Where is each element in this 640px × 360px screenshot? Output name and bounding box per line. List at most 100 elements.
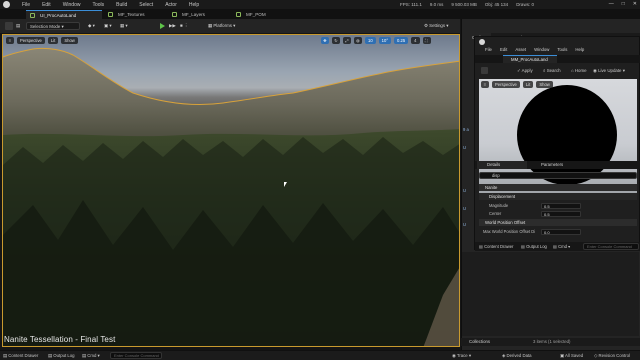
material-editor-bottom-bar: ▤ Content Drawer ▤ Output Log ▤ Cmd ▾ En…: [475, 242, 640, 251]
window-controls: — □ ✕: [609, 1, 637, 7]
outliner-toggle-icon[interactable]: ▤: [16, 22, 20, 30]
show-button[interactable]: Show: [61, 37, 78, 44]
viewport-right-controls: ✥ ↻ ⤢ ◍ 10 10° 0.25 4 ⛶: [321, 37, 431, 44]
tab-mf-layers[interactable]: MF_Layers: [168, 10, 232, 19]
console-input[interactable]: Enter Console Command: [110, 352, 162, 359]
tab-level[interactable]: UI_ProcAutoLand: [26, 10, 102, 19]
tab-label: UI_ProcAutoLand: [40, 13, 77, 18]
section-world-position-offset[interactable]: World Position Offset: [479, 219, 637, 226]
world-space-icon[interactable]: ◍: [354, 37, 362, 44]
menu-window[interactable]: Window: [63, 2, 81, 8]
scale-snap-value[interactable]: 0.25: [394, 37, 409, 44]
tab-material[interactable]: MM_ProcAutoLand: [503, 55, 557, 63]
lit-button[interactable]: Lit: [47, 37, 59, 44]
me-menu-edit[interactable]: Edit: [500, 47, 507, 54]
selection-mode-label: Selection Mode: [30, 24, 61, 29]
camera-speed-value[interactable]: 4: [411, 37, 420, 44]
content-drawer-button[interactable]: ▤ Content Drawer: [3, 353, 38, 359]
tab-label: MF_Textures: [118, 12, 145, 17]
save-icon[interactable]: [481, 67, 488, 74]
stop-icon[interactable]: ■ ⋮: [180, 22, 188, 30]
material-preview-viewport[interactable]: ≡ Perspective Lit Show: [479, 79, 637, 197]
tab-mf-pom[interactable]: MF_POM: [232, 10, 290, 19]
section-label: Nanite: [485, 185, 498, 190]
prop-label: Max World Position Offset Di: [483, 229, 536, 234]
tab-parameters[interactable]: Parameters: [531, 161, 581, 169]
menu-actor[interactable]: Actor: [165, 2, 177, 8]
me-content-drawer-button[interactable]: ▤ Content Drawer: [479, 244, 513, 249]
settings-button[interactable]: ⚙ Settings ▾: [424, 22, 448, 30]
live-update-dropdown[interactable]: ◉ Live Update ▾: [593, 68, 625, 74]
menu-help[interactable]: Help: [189, 2, 199, 8]
me-menu-asset[interactable]: Asset: [515, 47, 526, 54]
preview-menu-icon[interactable]: ≡: [481, 81, 489, 88]
me-menu-file[interactable]: File: [485, 47, 492, 54]
preview-show-button[interactable]: Show: [536, 81, 553, 88]
menu-bar: File Edit Window Tools Build Select Acto…: [0, 0, 640, 9]
me-menu-window[interactable]: Window: [534, 47, 549, 54]
all-saved-indicator[interactable]: ▣ All Saved: [560, 353, 583, 359]
cinematics-icon[interactable]: ▦ ▾: [120, 22, 128, 30]
label: Revision Control: [598, 353, 631, 358]
apply-button[interactable]: ✓ Apply: [517, 68, 533, 74]
preview-lit-button[interactable]: Lit: [522, 81, 534, 88]
viewport-menu-icon[interactable]: ≡: [6, 37, 14, 44]
section-nanite[interactable]: Nanite: [479, 184, 637, 191]
minimize-icon[interactable]: —: [609, 1, 614, 7]
search-label: Search: [546, 68, 561, 73]
details-search-input[interactable]: disp: [479, 172, 637, 179]
me-cmd-dropdown[interactable]: ▤ Cmd ▾: [553, 244, 570, 249]
section-displacement[interactable]: Displacement: [479, 193, 637, 200]
material-editor-titlebar: [479, 39, 485, 45]
grid-snap-value[interactable]: 10: [365, 37, 376, 44]
home-button[interactable]: ⌂ Home: [571, 68, 587, 73]
play-icon[interactable]: [160, 23, 165, 29]
menu-build[interactable]: Build: [116, 2, 127, 8]
add-actor-icon[interactable]: ◆ ▾: [88, 22, 95, 30]
perspective-button[interactable]: Perspective: [17, 37, 45, 44]
label: Output Log: [526, 244, 547, 249]
search-button[interactable]: ⌕ Search: [543, 68, 561, 73]
revision-control-button[interactable]: ◇ Revision Control: [594, 353, 630, 359]
me-menu-tools[interactable]: Tools: [557, 47, 567, 54]
rotate-icon[interactable]: ↻: [332, 37, 340, 44]
center-input[interactable]: 0.5: [541, 210, 581, 217]
blueprint-icon[interactable]: ▣ ▾: [104, 22, 112, 30]
menu-select[interactable]: Select: [139, 2, 153, 8]
tab-details[interactable]: Details: [477, 161, 527, 169]
selection-mode-dropdown[interactable]: Selection Mode ▾: [26, 22, 80, 30]
menu-edit[interactable]: Edit: [42, 2, 51, 8]
me-menu-help[interactable]: Help: [575, 47, 584, 54]
me-output-log-button[interactable]: ▤ Output Log: [521, 244, 547, 249]
preview-sphere: [517, 85, 617, 185]
details-tab-row: Details Parameters: [475, 161, 640, 169]
level-viewport[interactable]: ≡ Perspective Lit Show ✥ ↻ ⤢ ◍ 10 10° 0.…: [2, 34, 460, 347]
apply-label: Apply: [521, 68, 533, 73]
cmd-dropdown[interactable]: ▤ Cmd ▾: [82, 353, 100, 359]
maximize-viewport-icon[interactable]: ⛶: [422, 37, 431, 44]
platforms-dropdown[interactable]: ▦ Platforms ▾: [208, 22, 235, 30]
magnitude-input[interactable]: 0.5: [541, 202, 581, 209]
prop-center: Center 0.5: [479, 210, 637, 217]
max-wpo-input[interactable]: 0.0: [541, 228, 581, 235]
collections-bar[interactable]: Collections 3 items (1 selected): [461, 338, 640, 346]
translate-icon[interactable]: ✥: [321, 37, 329, 44]
material-function-icon: [172, 12, 177, 17]
derived-data-button[interactable]: ◈ Derived Data: [502, 353, 532, 359]
scale-icon[interactable]: ⤢: [343, 37, 351, 44]
step-icon[interactable]: ▶▶: [169, 22, 176, 30]
trace-button[interactable]: ◉ Trace ▾: [452, 353, 471, 359]
close-icon[interactable]: ✕: [633, 1, 637, 7]
label: Cmd: [87, 353, 97, 358]
prop-max-wpo: Max World Position Offset Di 0.0: [479, 228, 637, 235]
output-log-button[interactable]: ▤ Output Log: [48, 353, 75, 359]
preview-perspective-button[interactable]: Perspective: [492, 81, 520, 88]
tab-mf-textures[interactable]: MF_Textures: [104, 10, 168, 19]
material-tab-label: MM_ProcAutoLand: [511, 57, 548, 62]
me-console-input[interactable]: Enter Console Command: [583, 243, 639, 250]
save-icon[interactable]: [5, 22, 13, 30]
menu-file[interactable]: File: [22, 2, 30, 8]
maximize-icon[interactable]: □: [622, 1, 625, 7]
menu-tools[interactable]: Tools: [92, 2, 104, 8]
rotation-snap-value[interactable]: 10°: [378, 37, 392, 44]
